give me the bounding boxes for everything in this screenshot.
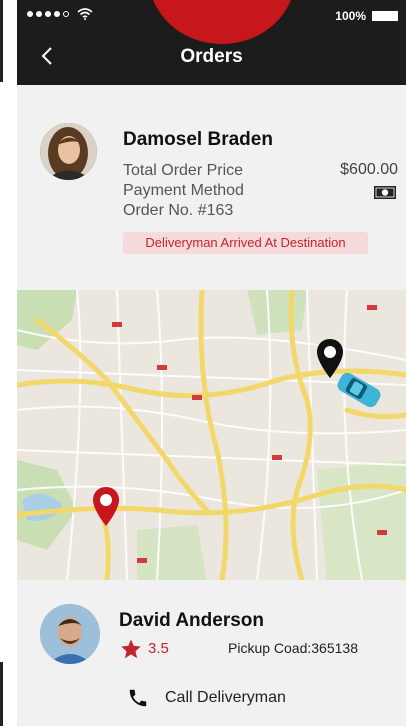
map-canvas xyxy=(17,290,406,580)
call-deliveryman-label: Call Deliveryman xyxy=(165,689,286,706)
customer-avatar xyxy=(40,123,97,180)
mockup-frame-left xyxy=(0,0,17,726)
phone-screen: 100% Orders Damosel Braden Total Order P… xyxy=(17,0,406,726)
page-title: Orders xyxy=(180,46,243,67)
battery-icon xyxy=(372,11,398,21)
frame-edge-bottom xyxy=(0,662,3,726)
total-price-label: Total Order Price xyxy=(123,162,244,179)
battery-percent: 100% xyxy=(335,9,366,23)
order-status-badge: Deliveryman Arrived At Destination xyxy=(123,232,368,254)
order-number: Order No. #163 xyxy=(123,202,234,219)
car-icon xyxy=(337,372,381,408)
location-pin-red-icon[interactable] xyxy=(91,486,121,528)
pickup-code: Pickup Coad:365138 xyxy=(228,640,358,656)
payment-method-label: Payment Method xyxy=(123,182,244,199)
delivery-map[interactable] xyxy=(17,290,406,580)
frame-edge-top xyxy=(0,0,3,82)
star-icon xyxy=(121,639,141,659)
app-header: 100% Orders xyxy=(17,0,406,85)
cash-icon xyxy=(374,186,396,199)
phone-icon xyxy=(129,689,147,707)
order-summary-card: Damosel Braden Total Order Price Payment… xyxy=(17,85,406,290)
deliveryman-rating: 3.5 xyxy=(148,640,169,657)
customer-name: Damosel Braden xyxy=(123,129,273,150)
signal-strength-icon xyxy=(27,11,69,17)
call-deliveryman-button[interactable]: Call Deliveryman xyxy=(127,686,286,710)
wifi-icon xyxy=(77,8,93,20)
deliveryman-name: David Anderson xyxy=(119,610,264,631)
deliveryman-avatar xyxy=(40,604,100,664)
total-price-value: $600.00 xyxy=(340,161,398,178)
deliveryman-card: David Anderson 3.5 Pickup Coad:365138 Ca… xyxy=(17,580,406,726)
status-bar: 100% xyxy=(17,6,406,26)
